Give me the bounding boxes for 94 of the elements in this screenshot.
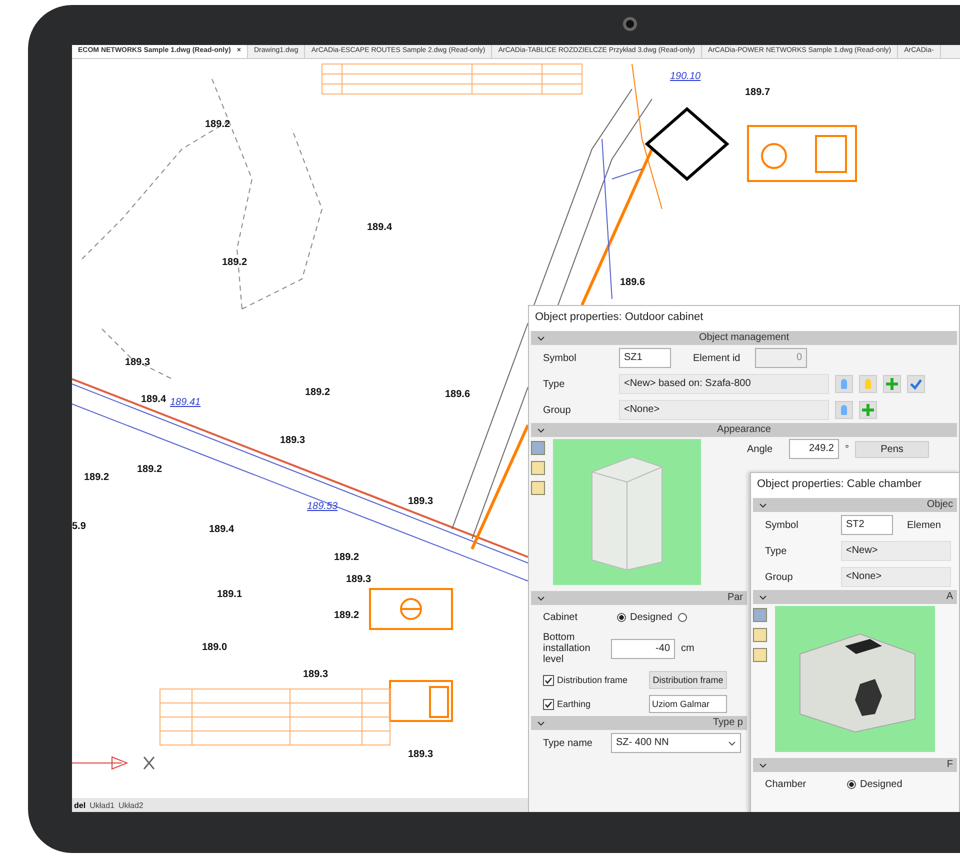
chevron-icon	[537, 336, 545, 341]
chevron-icon	[759, 763, 767, 768]
folder-icon[interactable]	[531, 461, 545, 475]
elevation-label: 189.3	[280, 435, 306, 446]
checkbox-option[interactable]: Earthing	[543, 698, 643, 710]
section-header[interactable]: A	[753, 590, 957, 604]
section-header[interactable]: F	[753, 758, 957, 772]
panel-title: Object properties: Outdoor cabinet	[529, 306, 959, 331]
field-label: Element id	[693, 352, 742, 364]
dimension-label: 189.53	[307, 501, 338, 512]
dimension-label: 189.41	[170, 397, 201, 408]
field-label: Cabinet	[543, 612, 578, 622]
checkbox-icon[interactable]	[543, 674, 554, 686]
field-label: Group	[765, 572, 794, 582]
elevation-label: 189.3	[408, 496, 434, 507]
angle-field[interactable]: 249.2	[789, 439, 839, 459]
section-header[interactable]: Par	[531, 591, 747, 605]
earthing-field[interactable]: Uziom Galmar	[649, 695, 727, 713]
group-field[interactable]: <None>	[841, 567, 951, 587]
elevation-label: 189.2	[334, 610, 360, 621]
panel-title: Object properties: Cable chamber	[751, 473, 959, 498]
section-header[interactable]: Type p	[531, 716, 747, 730]
ucs-axis-icon	[72, 756, 128, 770]
symbol-field[interactable]: ST2	[841, 515, 893, 535]
bulb-icon[interactable]	[835, 401, 853, 419]
elevation-label: 189.2	[84, 472, 110, 483]
radio-button[interactable]	[678, 612, 688, 622]
cross-icon	[143, 756, 155, 770]
chevron-icon	[537, 596, 545, 601]
chevron-icon	[759, 503, 767, 508]
elevation-label: 189.6	[445, 389, 470, 400]
type-field[interactable]: <New> based on: Szafa-800	[619, 374, 829, 394]
folder-icon[interactable]	[753, 628, 767, 642]
caret-icon	[728, 740, 736, 746]
group-field[interactable]: <None>	[619, 400, 829, 420]
field-label: Type	[765, 546, 788, 556]
radio-option[interactable]: Designed	[617, 612, 672, 622]
elevation-label: 189.7	[745, 87, 770, 98]
unit-label: cm	[681, 643, 694, 654]
elevation-label: 189.4	[209, 524, 234, 535]
layout-tab[interactable]: Układ1	[90, 800, 114, 810]
type-field[interactable]: <New>	[841, 541, 951, 561]
camera-icon	[623, 17, 637, 31]
field-label: Angle	[747, 444, 774, 454]
pens-button[interactable]: Pens	[855, 440, 929, 458]
distribution-frame-button[interactable]: Distribution frame	[649, 671, 727, 689]
type-name-dropdown[interactable]: SZ- 400 NN	[611, 733, 741, 753]
elevation-label: 189.3	[303, 669, 328, 680]
elevation-label: 189.2	[334, 552, 360, 563]
elevation-label: 189.3	[125, 357, 150, 368]
checkbox-icon[interactable]	[543, 698, 554, 710]
elevation-label: 189.0	[202, 642, 228, 653]
dimension-label: 190.10	[670, 71, 701, 82]
elevation-label: 189.2	[222, 257, 248, 268]
layout-tab[interactable]: Układ2	[118, 800, 144, 810]
field-label: Chamber	[765, 778, 808, 790]
field-label: Group	[543, 404, 572, 416]
field-label: Bottom installation level	[543, 632, 592, 665]
section-header[interactable]: Object management	[531, 331, 957, 345]
unit-label: °	[845, 444, 849, 454]
elevation-label: 189.4	[367, 222, 392, 233]
elevation-label: 5.9	[72, 521, 86, 532]
check-icon[interactable]	[907, 375, 925, 393]
symbol-field[interactable]: SZ1	[619, 348, 671, 368]
cube-icon[interactable]	[753, 648, 767, 662]
cabinet-symbol	[389, 680, 453, 722]
chevron-icon	[759, 595, 767, 600]
section-header[interactable]: Objec	[753, 498, 957, 512]
bottom-level-field[interactable]: -40	[611, 638, 675, 658]
radio-option[interactable]: Designed	[847, 778, 902, 790]
field-label: Type	[543, 378, 566, 390]
image-view-icon[interactable]	[753, 608, 767, 622]
add-icon[interactable]	[859, 401, 877, 419]
elevation-label: 189.3	[408, 749, 434, 760]
elevation-label: 189.1	[217, 589, 242, 600]
chevron-icon	[537, 721, 545, 726]
layout-tab[interactable]: del	[74, 800, 86, 810]
elevation-label: 189.2	[137, 464, 162, 475]
field-label: Symbol	[543, 352, 578, 364]
elevation-label: 189.3	[346, 574, 372, 585]
field-label: Elemen	[907, 520, 941, 530]
bulb-icon[interactable]	[835, 375, 853, 393]
image-view-icon[interactable]	[531, 441, 545, 455]
add-icon[interactable]	[883, 375, 901, 393]
elevation-label: 189.2	[205, 119, 230, 130]
cube-icon[interactable]	[531, 481, 545, 495]
section-header[interactable]: Appearance	[531, 423, 957, 437]
checkbox-option[interactable]: Distribution frame	[543, 674, 643, 686]
elevation-label: 189.2	[305, 387, 330, 398]
chevron-icon	[537, 428, 545, 433]
field-label: Symbol	[765, 520, 800, 530]
elevation-label: 189.4	[141, 394, 166, 405]
field-label: Type name	[543, 738, 594, 748]
elevation-label: 189.6	[620, 277, 646, 288]
